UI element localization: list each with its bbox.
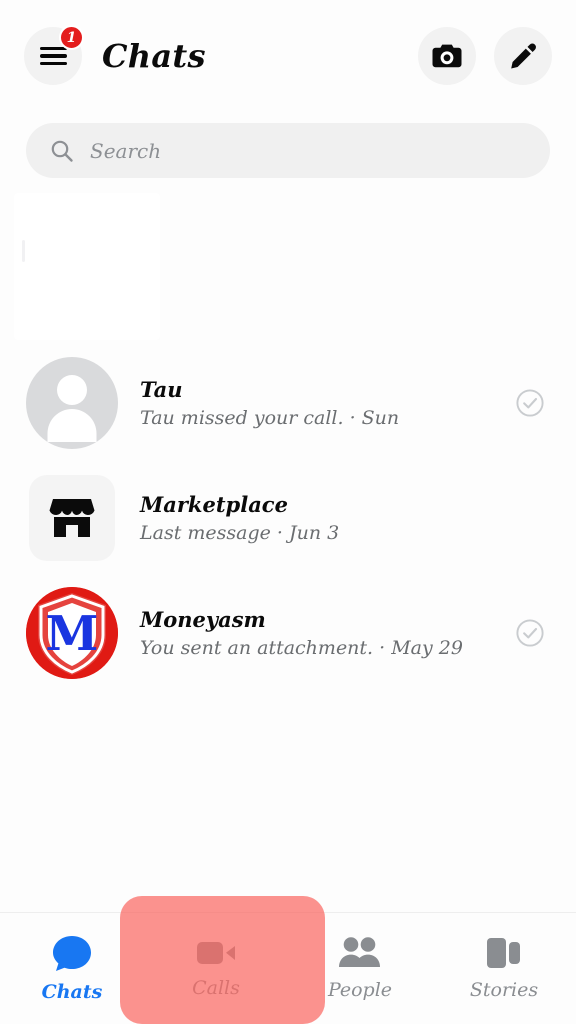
table-row[interactable]: Marketplace Last message · Jun 3 bbox=[0, 460, 576, 575]
svg-text:M: M bbox=[45, 606, 98, 662]
tab-stories[interactable]: Stories bbox=[432, 913, 576, 1024]
chat-name: Tau bbox=[140, 376, 183, 402]
bottom-navigation-bar: Chats Calls People Stories bbox=[0, 912, 576, 1024]
pencil-compose-icon bbox=[511, 43, 536, 69]
people-icon bbox=[339, 937, 380, 967]
tile-loading-sliver bbox=[22, 240, 25, 262]
messenger-chats-screen: 1 Chats Search Tau Tau missed your call.… bbox=[0, 0, 576, 1024]
table-row[interactable]: Tau Tau missed your call. · Sun bbox=[0, 345, 576, 460]
chat-snippet: You sent an attachment. · May 29 bbox=[140, 636, 463, 659]
storefront-icon bbox=[49, 498, 95, 537]
unloaded-story-tile[interactable] bbox=[14, 193, 160, 340]
avatar: M bbox=[26, 586, 118, 679]
hamburger-menu-icon bbox=[39, 46, 67, 66]
menu-notification-badge: 1 bbox=[59, 25, 84, 50]
shield-logo-graphic: M bbox=[26, 586, 118, 679]
shield-logo-icon: M bbox=[26, 586, 118, 679]
check-circle-icon bbox=[516, 388, 544, 417]
video-camera-icon bbox=[197, 942, 235, 964]
page-title: Chats bbox=[102, 37, 206, 75]
avatar bbox=[26, 472, 118, 564]
tab-chats-label: Chats bbox=[41, 981, 103, 1003]
chat-text-block: Marketplace Last message · Jun 3 bbox=[140, 492, 510, 544]
header-actions bbox=[418, 27, 552, 85]
camera-button[interactable] bbox=[418, 27, 476, 85]
chat-bubble-icon bbox=[53, 936, 91, 971]
search-input[interactable]: Search bbox=[26, 123, 550, 178]
stories-cards-icon bbox=[487, 938, 520, 968]
tab-chats[interactable]: Chats bbox=[0, 913, 144, 1024]
chat-name: Moneyasm bbox=[140, 606, 266, 632]
chat-text-block: Moneyasm You sent an attachment. · May 2… bbox=[140, 607, 510, 659]
menu-button[interactable]: 1 bbox=[24, 25, 84, 85]
tab-calls[interactable]: Calls bbox=[144, 913, 288, 1024]
chat-list: Tau Tau missed your call. · Sun Marketpl… bbox=[0, 345, 576, 690]
status-badge bbox=[510, 618, 550, 648]
tab-people[interactable]: People bbox=[288, 913, 432, 1024]
tab-people-label: People bbox=[327, 979, 393, 1001]
app-header: 1 Chats bbox=[0, 0, 576, 112]
tab-stories-label: Stories bbox=[469, 979, 539, 1001]
avatar bbox=[26, 356, 118, 449]
camera-icon bbox=[432, 44, 462, 68]
marketplace-avatar bbox=[29, 474, 115, 561]
tab-calls-label: Calls bbox=[192, 977, 240, 999]
chat-text-block: Tau Tau missed your call. · Sun bbox=[140, 377, 510, 429]
chat-name: Marketplace bbox=[140, 491, 288, 517]
check-circle-icon bbox=[516, 618, 544, 647]
status-badge bbox=[510, 388, 550, 418]
chat-snippet: Tau missed your call. · Sun bbox=[140, 406, 400, 429]
search-icon bbox=[51, 140, 73, 162]
chat-snippet: Last message · Jun 3 bbox=[140, 521, 340, 544]
search-placeholder: Search bbox=[90, 138, 162, 163]
compose-button[interactable] bbox=[494, 27, 552, 85]
table-row[interactable]: M Moneyasm You sent an attachment. · May… bbox=[0, 575, 576, 690]
person-avatar-icon bbox=[26, 356, 118, 449]
